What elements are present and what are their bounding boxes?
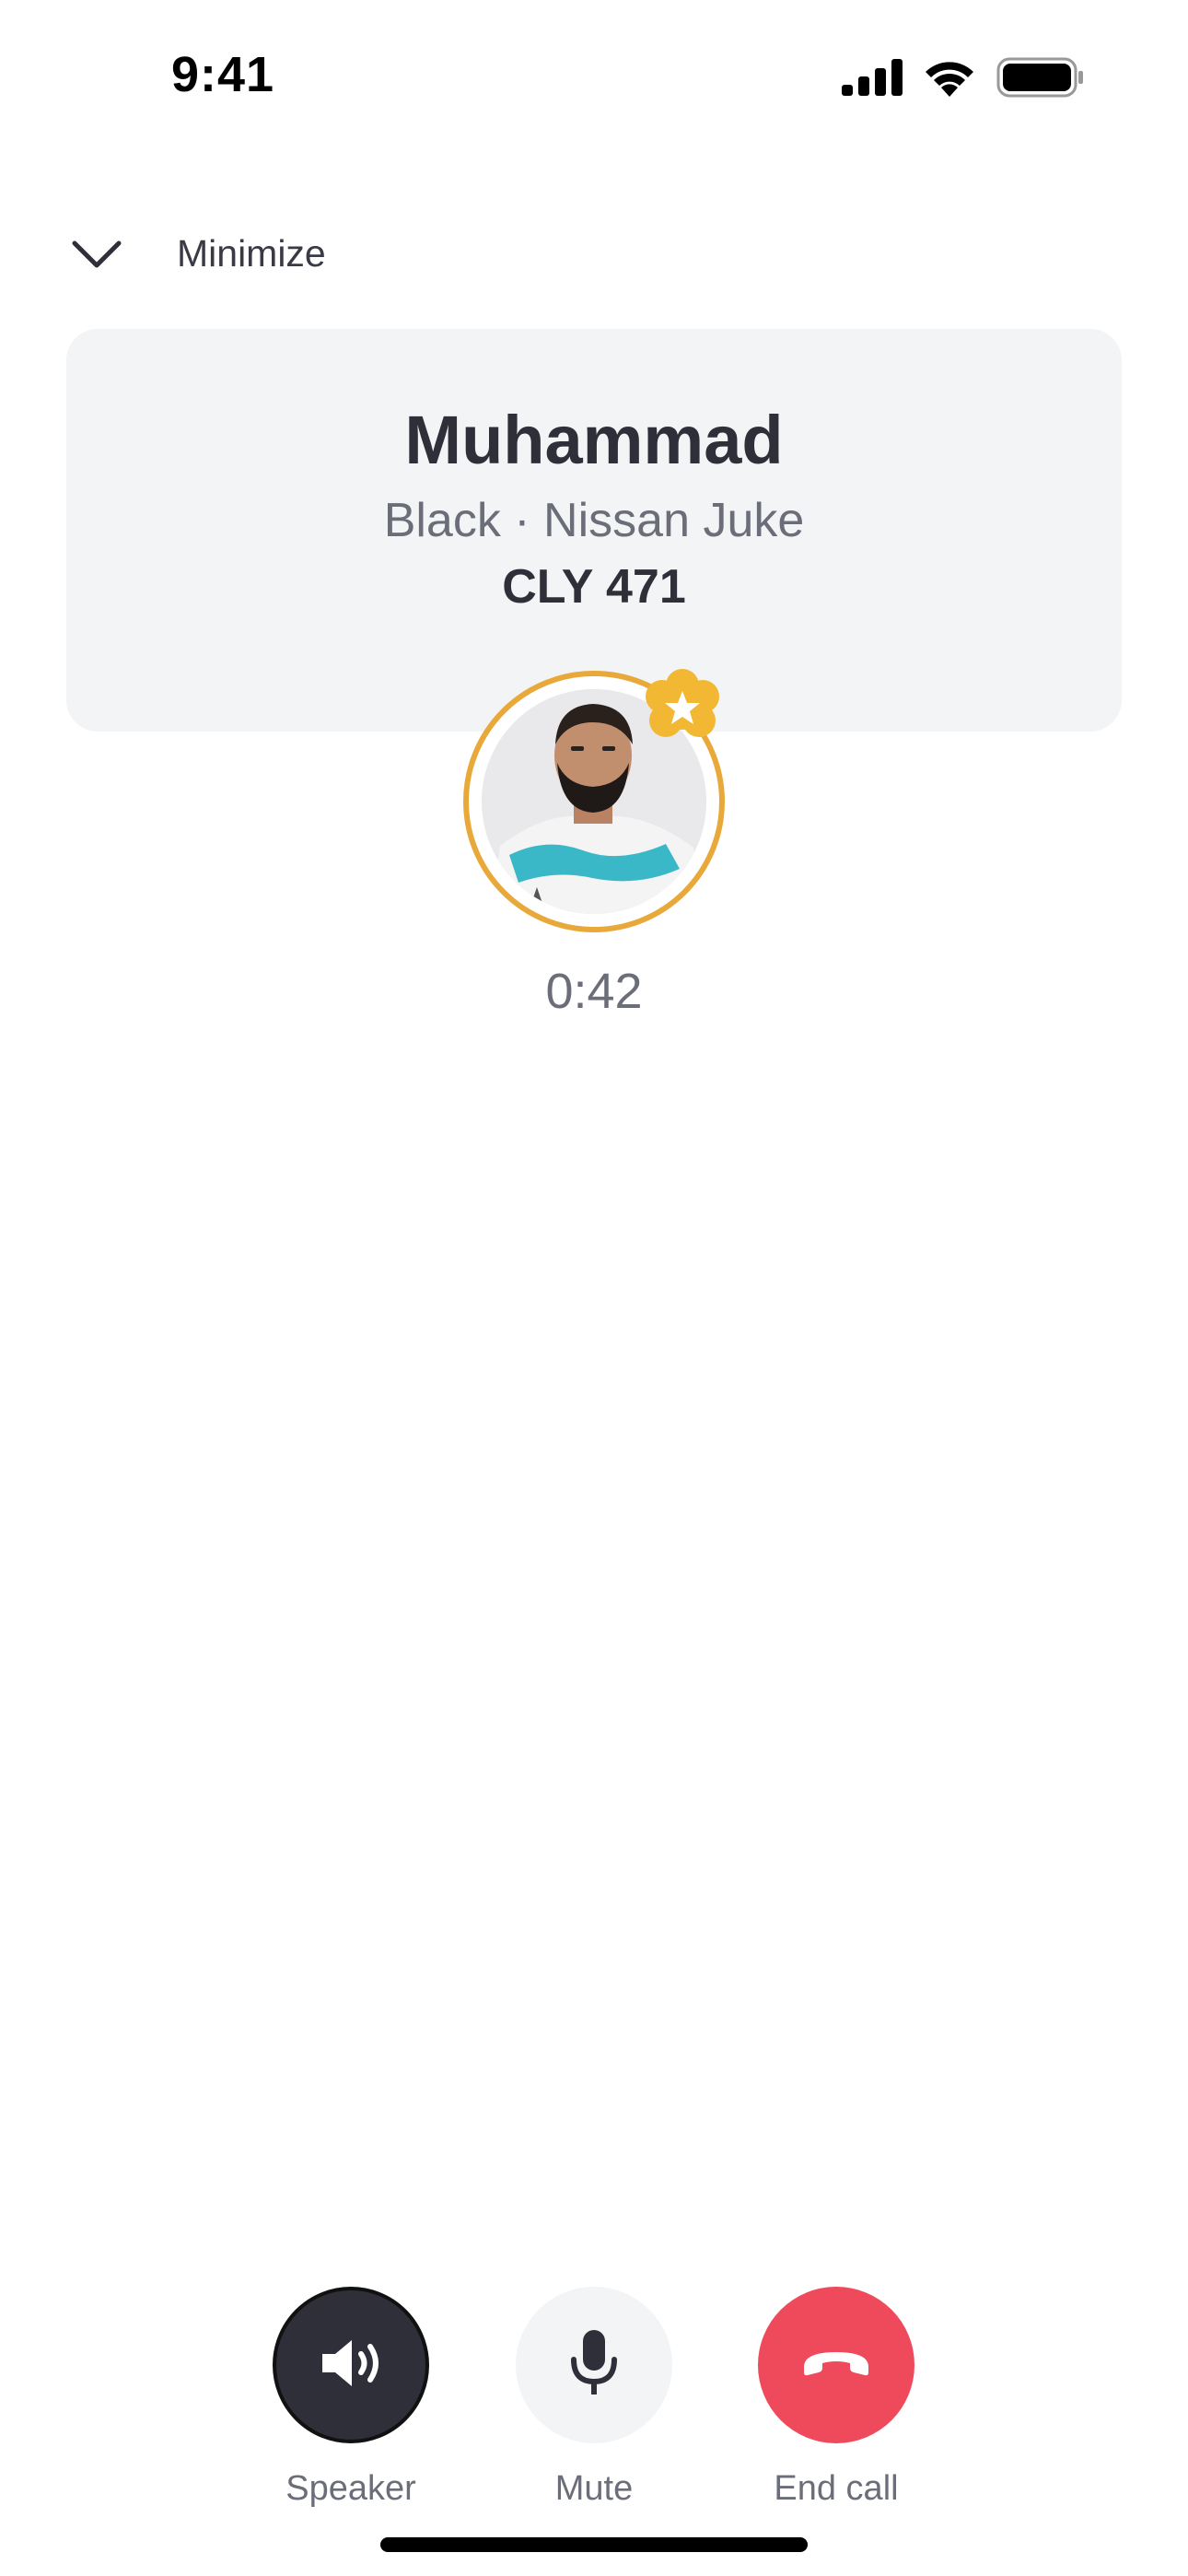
hang-up-icon <box>800 2347 872 2384</box>
call-duration: 0:42 <box>545 964 643 1019</box>
end-call-label: End call <box>774 2469 899 2508</box>
cellular-signal-icon <box>842 58 903 100</box>
status-time: 9:41 <box>171 47 275 102</box>
wifi-icon <box>923 58 976 101</box>
minimize-label: Minimize <box>177 231 326 275</box>
speaker-label: Speaker <box>285 2469 416 2508</box>
driver-name: Muhammad <box>404 402 784 478</box>
speaker-icon <box>319 2337 383 2394</box>
minimize-button[interactable]: Minimize <box>64 221 326 286</box>
driver-avatar <box>463 669 725 932</box>
mute-button[interactable] <box>516 2287 672 2443</box>
end-call-control: End call <box>758 2287 914 2509</box>
license-plate: CLY 471 <box>502 560 686 614</box>
mute-control: Mute <box>516 2287 672 2509</box>
call-controls: Speaker Mute End call <box>0 2287 1188 2526</box>
speaker-button[interactable] <box>273 2287 429 2443</box>
mute-label: Mute <box>554 2469 634 2508</box>
home-indicator[interactable] <box>380 2537 808 2552</box>
call-screen: 9:41 Minimize Muhammad Black · Nissan Ju… <box>0 0 1188 2576</box>
star-badge-icon <box>640 665 725 750</box>
speaker-control: Speaker <box>273 2287 429 2509</box>
end-call-button[interactable] <box>758 2287 914 2443</box>
chevron-down-icon <box>64 221 129 286</box>
status-icons <box>842 57 1085 102</box>
microphone-icon <box>568 2328 620 2403</box>
battery-icon <box>996 57 1085 102</box>
vehicle-description: Black · Nissan Juke <box>383 494 805 547</box>
